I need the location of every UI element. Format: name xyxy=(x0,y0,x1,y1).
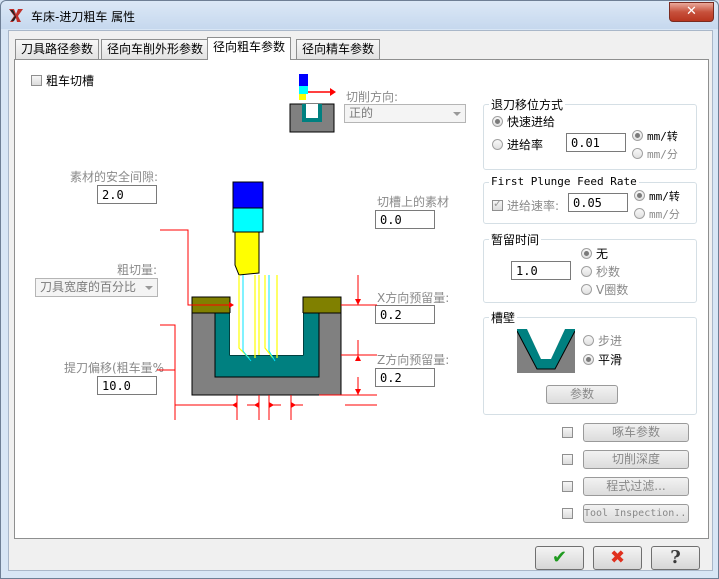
retract-offset-input[interactable]: 10.0 xyxy=(97,376,157,395)
dwell-revs-label: V圈数 xyxy=(596,283,629,297)
groove-diagram xyxy=(157,181,377,420)
close-button[interactable]: ✕ xyxy=(669,2,714,22)
plunge-unit-rev-radio[interactable] xyxy=(634,190,645,201)
cut-direction-select[interactable]: 正的 xyxy=(344,104,466,123)
plunge-unit-min-radio[interactable] xyxy=(634,208,645,219)
stock-clearance-label: 素材的安全间隙: xyxy=(70,170,159,184)
stock-on-groove-label: 切槽上的素材 xyxy=(377,195,450,209)
dwell-seconds-label: 秒数 xyxy=(596,265,621,279)
groove-wall-title: 槽壁 xyxy=(489,309,518,326)
rough-step-label: 粗切量: xyxy=(117,263,158,277)
groove-wall-icon xyxy=(517,329,575,373)
dwell-none-radio[interactable] xyxy=(581,248,592,259)
chevron-down-icon xyxy=(453,112,461,116)
retract-unit-rev-radio[interactable] xyxy=(632,130,643,141)
plunge-unit-min-label: mm/分 xyxy=(649,208,680,221)
cut-direction-value: 正的 xyxy=(349,106,374,120)
rough-groove-label: 粗车切槽 xyxy=(46,74,95,88)
dwell-revs-radio[interactable] xyxy=(581,284,592,295)
retract-unit-min-radio[interactable] xyxy=(632,148,643,159)
z-stock-input[interactable]: 0.2 xyxy=(375,368,435,387)
first-plunge-label: 进给速率: xyxy=(507,199,560,213)
retract-feed-label: 进给率 xyxy=(507,138,544,152)
tab-groove-rough-params[interactable]: 径向粗车参数 xyxy=(207,37,292,60)
dwell-input[interactable]: 1.0 xyxy=(511,261,571,280)
help-button[interactable]: ? xyxy=(651,546,700,570)
x-stock-input[interactable]: 0.2 xyxy=(375,305,435,324)
depth-cuts-button[interactable]: 切削深度 xyxy=(583,450,689,469)
window-title: 车床-进刀粗车 属性 xyxy=(31,10,136,24)
tab-toolpath-params[interactable]: 刀具路径参数 xyxy=(15,39,100,59)
tab-panel: 粗车切槽 切削方向: 正的 素材的安全间隙: 2.0 粗切量: 刀具宽度的百分比… xyxy=(14,59,709,539)
dialog-window: 车床-进刀粗车 属性 ✕ 刀具路径参数 径向车削外形参数 径向粗车参数 径向精车… xyxy=(0,0,719,579)
wall-smooth-radio[interactable] xyxy=(583,354,594,365)
cross-icon: ✖ xyxy=(609,547,626,568)
dwell-title: 暂留时间 xyxy=(489,231,542,248)
first-plunge-input[interactable]: 0.05 xyxy=(568,193,628,212)
rough-step-value: 刀具宽度的百分比 xyxy=(40,280,137,294)
wall-step-label: 步进 xyxy=(598,334,623,348)
z-stock-label: Z方向预留量: xyxy=(377,353,450,367)
filter-checkbox[interactable] xyxy=(562,481,573,492)
retract-feed-input[interactable]: 0.01 xyxy=(566,133,626,152)
cut-direction-label: 切削方向: xyxy=(346,90,399,104)
ok-button[interactable]: ✔ xyxy=(535,546,584,570)
dialog-client: 刀具路径参数 径向车削外形参数 径向粗车参数 径向精车参数 粗车切槽 切削方向:… xyxy=(8,30,713,571)
dwell-seconds-radio[interactable] xyxy=(581,266,592,277)
wall-params-button[interactable]: 参数 xyxy=(546,385,618,404)
check-icon: ✔ xyxy=(551,547,568,568)
retract-group-title: 退刀移位方式 xyxy=(489,96,566,113)
x-stock-label: X方向预留量: xyxy=(377,291,450,305)
chevron-down-icon xyxy=(145,286,153,290)
stock-clearance-input[interactable]: 2.0 xyxy=(97,185,157,204)
help-icon: ? xyxy=(670,547,681,568)
wall-smooth-label: 平滑 xyxy=(598,353,623,367)
retract-rapid-radio[interactable] xyxy=(492,116,503,127)
title-bar[interactable]: 车床-进刀粗车 属性 ✕ xyxy=(1,1,718,29)
tab-groove-finish-params[interactable]: 径向精车参数 xyxy=(296,39,381,59)
tab-groove-shape-params[interactable]: 径向车削外形参数 xyxy=(101,39,210,59)
first-plunge-title: First Plunge Feed Rate xyxy=(489,175,639,188)
tool-inspection-checkbox[interactable] xyxy=(562,508,573,519)
wall-step-radio[interactable] xyxy=(583,335,594,346)
cancel-button[interactable]: ✖ xyxy=(593,546,642,570)
filter-button[interactable]: 程式过滤... xyxy=(583,477,689,496)
peck-params-button[interactable]: 啄车参数 xyxy=(583,423,689,442)
retract-offset-label: 提刀偏移(粗车量% xyxy=(64,361,165,375)
retract-rapid-label: 快速进给 xyxy=(507,115,556,129)
retract-unit-rev-label: mm/转 xyxy=(647,130,678,143)
retract-unit-min-label: mm/分 xyxy=(647,148,678,161)
rough-step-select[interactable]: 刀具宽度的百分比 xyxy=(35,278,158,297)
tool-inspection-button[interactable]: Tool Inspection... xyxy=(583,504,689,523)
depth-cuts-checkbox[interactable] xyxy=(562,454,573,465)
dwell-none-label: 无 xyxy=(596,247,609,261)
stock-on-groove-input[interactable]: 0.0 xyxy=(375,210,435,229)
plunge-unit-rev-label: mm/转 xyxy=(649,190,680,203)
cut-direction-icon xyxy=(289,74,336,133)
rough-groove-checkbox[interactable] xyxy=(31,75,42,86)
peck-checkbox[interactable] xyxy=(562,427,573,438)
retract-feed-radio[interactable] xyxy=(492,139,503,150)
mastercam-app-icon xyxy=(9,9,23,22)
first-plunge-checkbox[interactable] xyxy=(492,197,503,211)
